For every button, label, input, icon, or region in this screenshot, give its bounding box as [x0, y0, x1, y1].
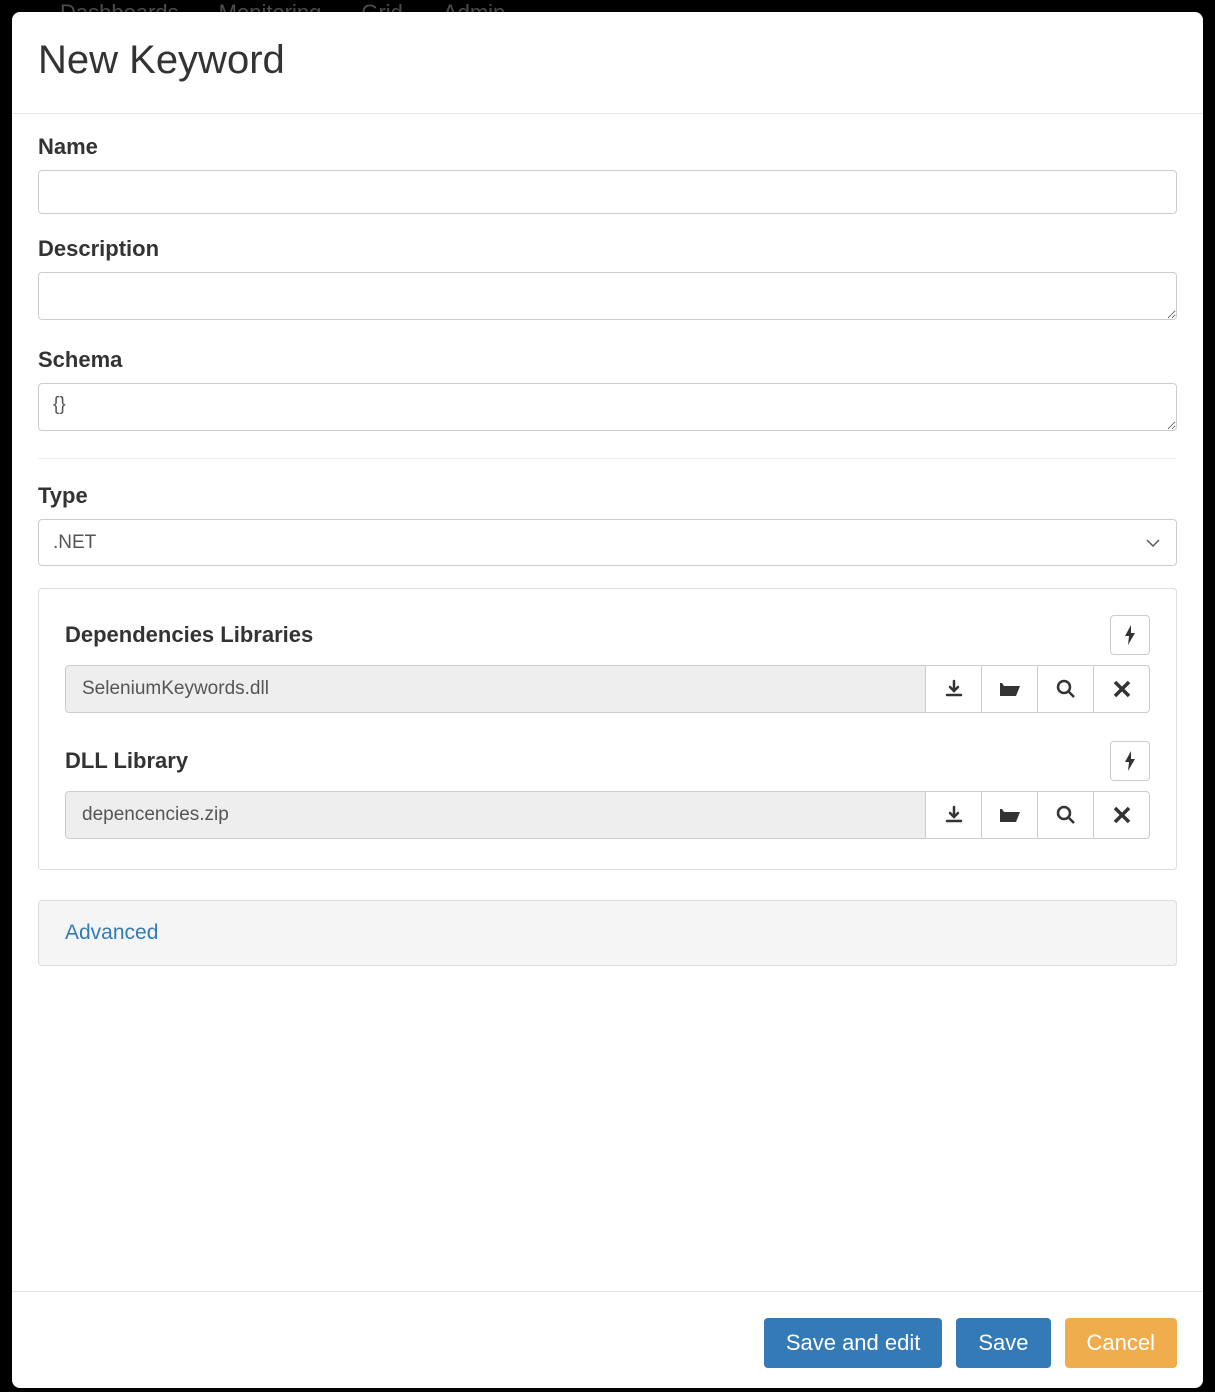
search-icon	[1056, 805, 1076, 825]
lightning-icon	[1123, 625, 1137, 645]
schema-label: Schema	[38, 347, 1177, 373]
modal-title: New Keyword	[38, 38, 1177, 83]
schema-group: Schema {}	[38, 347, 1177, 436]
name-group: Name	[38, 134, 1177, 214]
type-select[interactable]: .NET	[38, 519, 1177, 566]
type-group: Type .NET	[38, 483, 1177, 566]
download-icon	[944, 679, 964, 699]
new-keyword-modal: New Keyword Name Description Schema {} T…	[12, 12, 1203, 1388]
description-group: Description	[38, 236, 1177, 325]
save-button[interactable]: Save	[956, 1318, 1050, 1368]
modal-header: New Keyword	[12, 12, 1203, 114]
dll-remove-button[interactable]	[1094, 791, 1150, 839]
dll-file-name: depencencies.zip	[65, 791, 926, 839]
folder-open-icon	[999, 806, 1021, 824]
dll-download-button[interactable]	[926, 791, 982, 839]
dependencies-download-button[interactable]	[926, 665, 982, 713]
modal-body: Name Description Schema {} Type .NET	[12, 114, 1203, 1291]
search-icon	[1056, 679, 1076, 699]
divider	[38, 458, 1177, 459]
cancel-button[interactable]: Cancel	[1065, 1318, 1177, 1368]
modal-footer: Save and edit Save Cancel	[12, 1291, 1203, 1388]
dependencies-title: Dependencies Libraries	[65, 622, 313, 648]
dll-search-button[interactable]	[1038, 791, 1094, 839]
description-label: Description	[38, 236, 1177, 262]
schema-textarea[interactable]: {}	[38, 383, 1177, 431]
advanced-link[interactable]: Advanced	[65, 921, 158, 944]
dependencies-open-button[interactable]	[982, 665, 1038, 713]
download-icon	[944, 805, 964, 825]
dll-file-row: depencencies.zip	[65, 791, 1150, 839]
dependencies-section: Dependencies Libraries SeleniumKeywords.…	[65, 615, 1150, 713]
dll-section: DLL Library depencencies.zip	[65, 741, 1150, 839]
lightning-icon	[1123, 751, 1137, 771]
folder-open-icon	[999, 680, 1021, 698]
dependencies-file-name: SeleniumKeywords.dll	[65, 665, 926, 713]
name-label: Name	[38, 134, 1177, 160]
close-icon	[1113, 680, 1131, 698]
dependencies-remove-button[interactable]	[1094, 665, 1150, 713]
dll-title: DLL Library	[65, 748, 188, 774]
libraries-panel: Dependencies Libraries SeleniumKeywords.…	[38, 588, 1177, 870]
description-textarea[interactable]	[38, 272, 1177, 320]
type-label: Type	[38, 483, 1177, 509]
save-and-edit-button[interactable]: Save and edit	[764, 1318, 943, 1368]
dependencies-file-row: SeleniumKeywords.dll	[65, 665, 1150, 713]
dll-open-button[interactable]	[982, 791, 1038, 839]
name-input[interactable]	[38, 170, 1177, 214]
dependencies-lightning-button[interactable]	[1110, 615, 1150, 655]
background-nav: Dashboards Monitoring Grid Admin	[0, 0, 1215, 10]
advanced-panel[interactable]: Advanced	[38, 900, 1177, 966]
dll-lightning-button[interactable]	[1110, 741, 1150, 781]
dependencies-search-button[interactable]	[1038, 665, 1094, 713]
close-icon	[1113, 806, 1131, 824]
